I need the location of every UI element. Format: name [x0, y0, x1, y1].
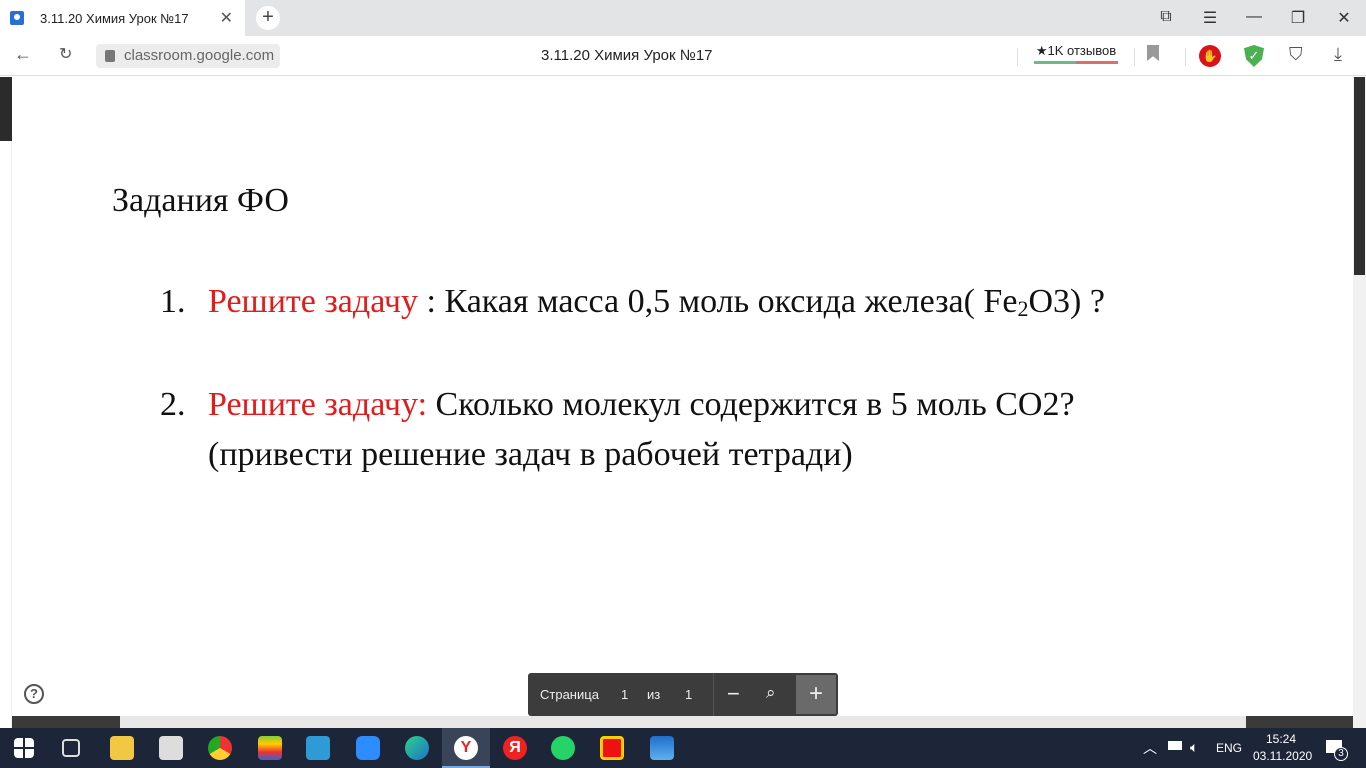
divider: [1017, 48, 1018, 66]
start-button[interactable]: [14, 738, 34, 758]
yandex-browser-active[interactable]: Y: [442, 728, 490, 768]
bluestacks-icon[interactable]: [258, 736, 282, 760]
task-1: Решите задачу : Какая масса 0,5 моль окс…: [208, 283, 1105, 322]
reviews-label: ★1K отзывов: [1035, 43, 1117, 58]
edge-icon[interactable]: [405, 736, 429, 760]
collections-icon[interactable]: ⧉: [1151, 8, 1181, 26]
of-label: из: [647, 687, 661, 702]
volume-icon[interactable]: 🔈︎: [1190, 739, 1198, 756]
url-field[interactable]: classroom.google.com: [96, 44, 281, 68]
zoom-in-button[interactable]: +: [796, 675, 836, 714]
page-current-input[interactable]: 1: [621, 687, 628, 702]
zoom-search-icon[interactable]: ⌕: [766, 683, 776, 703]
extensions-icon[interactable]: ⛉: [1289, 44, 1303, 65]
zoom-app-icon[interactable]: [356, 736, 380, 760]
clock-date[interactable]: 03.11.2020: [1253, 749, 1312, 763]
item-number: 2.: [160, 386, 186, 423]
download-icon[interactable]: ⤓: [1334, 44, 1342, 65]
close-window-button[interactable]: ✕: [1329, 8, 1359, 28]
menu-icon[interactable]: ☰: [1195, 8, 1225, 28]
notification-count: 3: [1334, 747, 1348, 761]
subscript: 2: [1017, 296, 1029, 321]
close-tab-icon[interactable]: ✕: [220, 8, 233, 28]
reload-icon[interactable]: ↻: [59, 44, 72, 64]
file-explorer-icon[interactable]: [110, 736, 134, 760]
vertical-scrollbar[interactable]: [1353, 77, 1366, 728]
divider: [1134, 48, 1135, 66]
doc-heading: Задания ФО: [112, 182, 289, 219]
horizontal-scrollbar[interactable]: [12, 716, 1353, 728]
battery-icon[interactable]: [1168, 741, 1182, 750]
item-number: 1.: [160, 283, 186, 320]
rating-bar: [1034, 61, 1118, 64]
page-label: Страница: [540, 687, 599, 702]
task-text-end: O3) ?: [1028, 283, 1105, 320]
restore-button[interactable]: ❐: [1283, 8, 1313, 28]
page-title: 3.11.20 Химия Урок №17: [541, 47, 713, 64]
task-2: Решите задачу: Сколько молекул содержитс…: [208, 386, 1075, 424]
task-view-icon[interactable]: [62, 739, 80, 757]
taskbar: Y Я ︿ 🔈︎ ENG 15:24 03.11.2020 3: [0, 728, 1366, 768]
zoom-out-button[interactable]: −: [727, 681, 740, 707]
task-text: Сколько молекул содержится в 5 моль CO2?: [427, 386, 1075, 423]
whatsapp-icon[interactable]: [551, 736, 575, 760]
bookmark-icon[interactable]: [1147, 45, 1159, 61]
page-total: 1: [685, 687, 693, 702]
among-us-icon[interactable]: [600, 736, 624, 760]
classroom-favicon-icon: [10, 11, 24, 25]
url-text: classroom.google.com: [124, 47, 275, 64]
task-label: Решите задачу:: [208, 386, 428, 423]
chrome-icon[interactable]: [208, 736, 232, 760]
address-bar: ← ↻ classroom.google.com 3.11.20 Химия У…: [0, 36, 1366, 76]
task-text: : Какая масса 0,5 моль оксида железа( Fe: [418, 283, 1018, 320]
photos-icon[interactable]: [650, 736, 674, 760]
minimize-button[interactable]: —: [1239, 8, 1269, 26]
divider: [1185, 48, 1186, 66]
media-player-icon[interactable]: [159, 736, 183, 760]
tab-active[interactable]: 3.11.20 Химия Урок №17 ✕: [0, 0, 245, 36]
new-tab-button[interactable]: +: [256, 6, 280, 30]
back-icon[interactable]: ←: [14, 44, 32, 65]
sidebar-strip: [0, 77, 12, 728]
clock-time[interactable]: 15:24: [1266, 732, 1296, 746]
lock-icon: [105, 50, 115, 62]
reviews-button[interactable]: ★1K отзывов: [1034, 43, 1118, 64]
protect-shield-icon[interactable]: ✓: [1244, 45, 1264, 67]
adblock-icon[interactable]: ✋: [1199, 45, 1221, 67]
app-icon[interactable]: [306, 736, 330, 760]
language-indicator[interactable]: ENG: [1216, 741, 1242, 755]
task-2-note: (привести решение задач в рабочей тетрад…: [208, 436, 853, 473]
tab-bar: 3.11.20 Химия Урок №17 ✕ + ⧉ ☰ — ❐ ✕: [0, 0, 1366, 36]
tab-title: 3.11.20 Химия Урок №17: [40, 10, 189, 26]
help-icon[interactable]: ?: [24, 684, 44, 704]
task-label: Решите задачу: [208, 283, 419, 320]
tray-expand-icon[interactable]: ︿: [1143, 738, 1157, 758]
page-toolbar: Страница 1 из 1 − ⌕ +: [528, 673, 838, 716]
yandex-icon[interactable]: Я: [503, 736, 527, 760]
